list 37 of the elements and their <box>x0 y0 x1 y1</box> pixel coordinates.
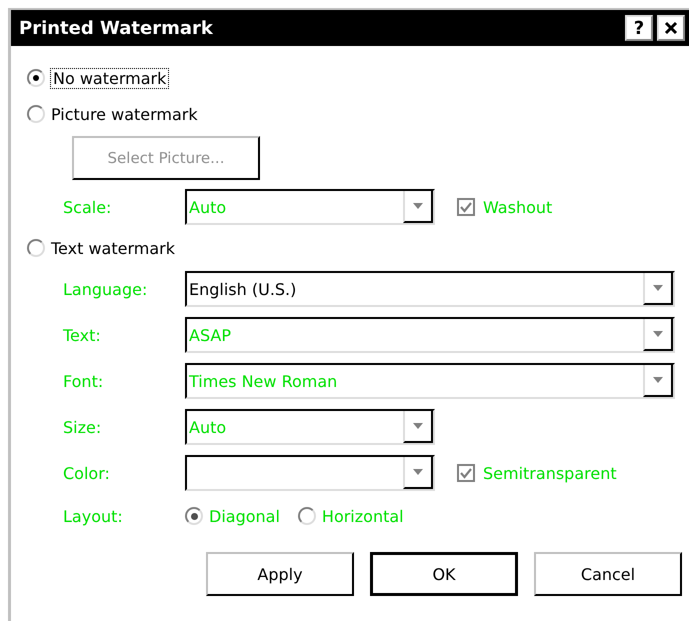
checkbox[interactable] <box>457 464 475 482</box>
dialog-button[interactable]: Apply <box>206 552 354 596</box>
dropdown-arrow-icon <box>653 377 663 383</box>
close-button[interactable] <box>657 15 685 41</box>
checkbox-label[interactable]: Semitransparent <box>483 464 617 482</box>
radio-label[interactable]: Diagonal <box>209 506 280 526</box>
window-title: Printed Watermark <box>19 18 213 38</box>
scale-dropdown[interactable]: Auto <box>185 189 435 225</box>
field-label: Language: <box>63 280 148 298</box>
field-label: Scale: <box>63 198 112 216</box>
dropdown-arrow-icon <box>413 469 423 475</box>
dropdown-arrow-icon <box>413 203 423 209</box>
radio-button[interactable] <box>298 507 316 525</box>
field-label: Text: <box>63 326 102 344</box>
dialog-button[interactable]: Cancel <box>534 552 682 596</box>
radio-button[interactable] <box>185 507 203 525</box>
help-button[interactable]: ? <box>625 15 653 41</box>
radio-label[interactable]: Horizontal <box>322 506 404 526</box>
radio-button[interactable] <box>27 105 45 123</box>
checkbox[interactable] <box>457 198 475 216</box>
field-label: Font: <box>63 372 104 390</box>
dropdown-arrow-icon <box>653 285 663 291</box>
close-icon <box>664 21 678 35</box>
radio-label[interactable]: No watermark <box>51 68 168 88</box>
checkbox-label[interactable]: Washout <box>483 198 552 216</box>
radio-label[interactable]: Picture watermark <box>51 104 198 124</box>
radio-label[interactable]: Text watermark <box>51 238 175 258</box>
radio-button[interactable] <box>27 239 45 257</box>
dropdown-field[interactable] <box>185 455 435 491</box>
field-label: Color: <box>63 464 111 482</box>
field-label: Layout: <box>63 506 124 526</box>
dropdown-field[interactable]: English (U.S.) <box>185 271 675 307</box>
radio-button[interactable] <box>27 69 45 87</box>
field-label: Size: <box>63 418 102 436</box>
dropdown-arrow-icon <box>653 331 663 337</box>
dropdown-arrow-icon <box>413 423 423 429</box>
dialog-button[interactable]: OK <box>370 552 518 596</box>
